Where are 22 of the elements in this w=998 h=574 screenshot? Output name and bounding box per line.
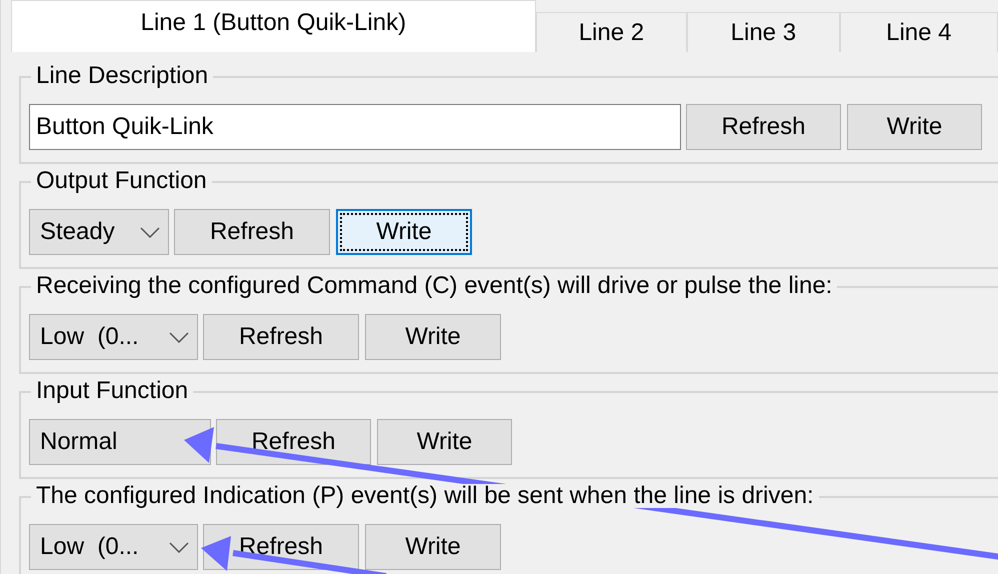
button[interactable]: Write — [847, 104, 982, 150]
dropdown[interactable]: Low (0... — [29, 524, 198, 570]
button[interactable]: Refresh — [686, 104, 841, 150]
group-label: Input Function — [31, 379, 194, 403]
dropdown[interactable]: Low (0... — [29, 314, 198, 360]
dropdown[interactable]: Normal — [29, 419, 211, 465]
group-label: The configured Indication (P) event(s) will be sent when the line is driven: — [31, 484, 819, 508]
group-label: Output Function — [31, 169, 212, 193]
button[interactable]: Write — [377, 419, 512, 465]
button[interactable]: Refresh — [203, 314, 359, 360]
button[interactable]: Write — [365, 524, 501, 570]
group-label: Receiving the configured Command (C) event(s) will drive or pulse the line: — [31, 274, 838, 298]
button[interactable]: Refresh — [174, 209, 330, 255]
text-field[interactable]: Button Quik-Link — [29, 104, 681, 150]
tab[interactable]: Line 4 — [840, 12, 998, 52]
button[interactable]: Write — [365, 314, 501, 360]
tab[interactable]: Line 1 (Button Quik-Link) — [11, 0, 536, 52]
dropdown[interactable]: Steady — [29, 209, 169, 255]
group-label: Line Description — [31, 64, 214, 88]
tab[interactable]: Line 3 — [687, 12, 840, 52]
tab[interactable]: Line 2 — [536, 12, 688, 52]
button[interactable]: Write — [336, 209, 472, 255]
